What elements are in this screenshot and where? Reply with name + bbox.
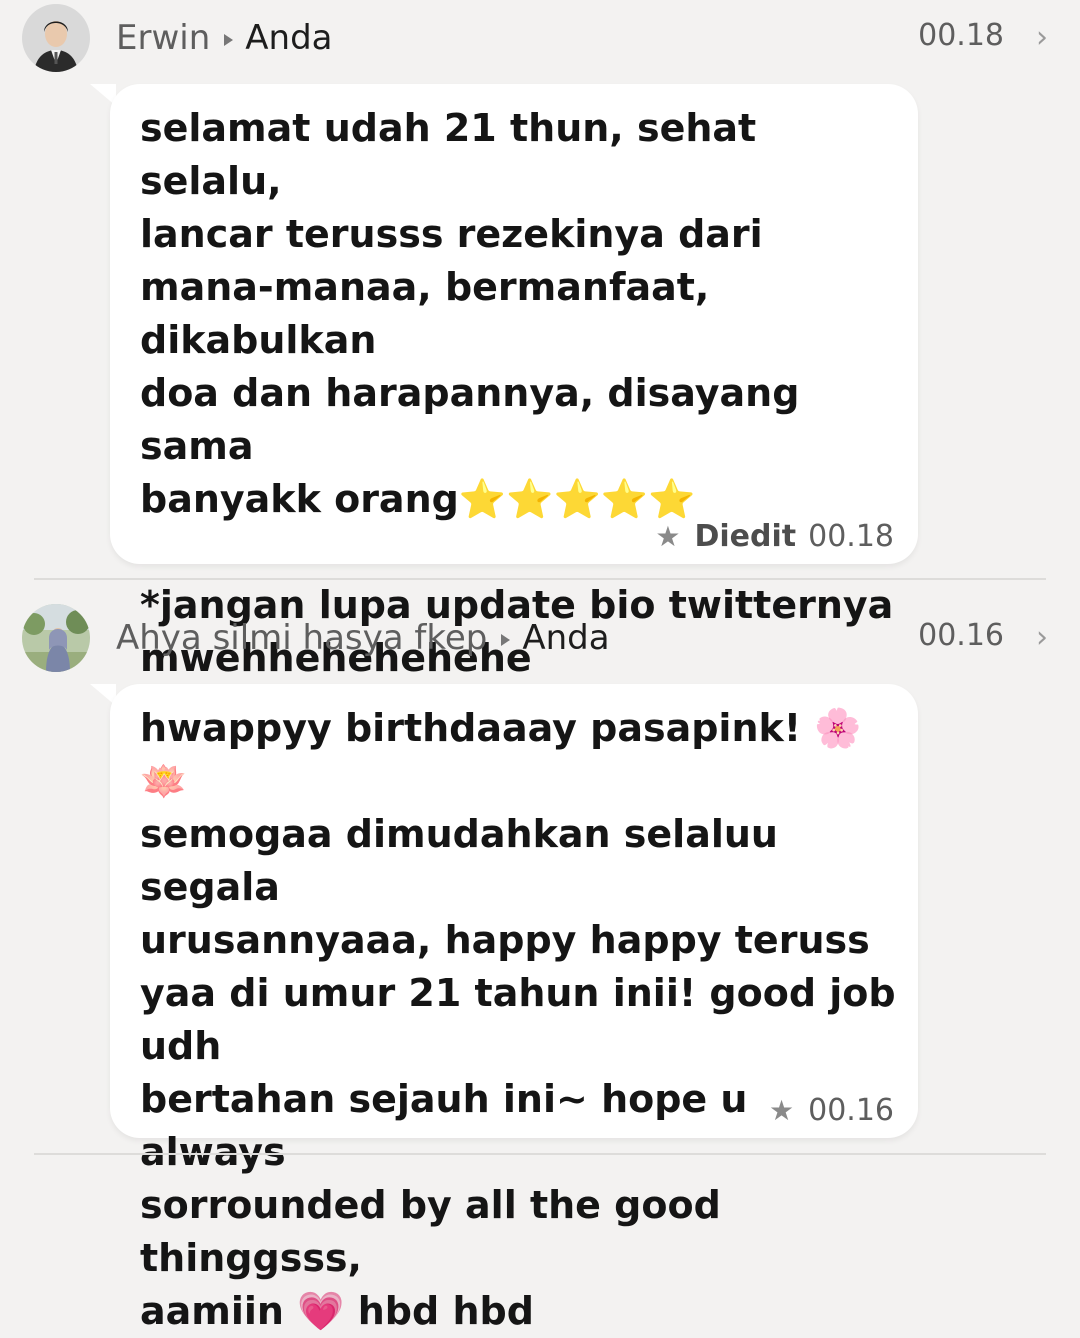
chevron-right-icon[interactable]: › bbox=[1036, 20, 1048, 55]
message-entry[interactable]: Ahya silmi hasya fkep Anda 00.16 › hwapp… bbox=[0, 580, 1080, 1333]
chevron-right-icon[interactable]: › bbox=[1036, 620, 1048, 655]
arrow-right-icon bbox=[501, 634, 511, 646]
message-meta: ★ Diedit 00.18 bbox=[655, 519, 894, 554]
star-icon: ★ bbox=[769, 1094, 795, 1127]
message-meta: ★ 00.16 bbox=[769, 1093, 894, 1128]
recipient-name: Anda bbox=[522, 618, 610, 658]
message-header: Erwin Anda bbox=[116, 14, 333, 62]
recipient-name: Anda bbox=[245, 18, 333, 58]
message-header: Ahya silmi hasya fkep Anda bbox=[116, 614, 610, 662]
sender-name[interactable]: Erwin bbox=[116, 18, 210, 58]
footer-time: 00.18 bbox=[808, 519, 894, 554]
person-photo-avatar-icon bbox=[22, 604, 90, 672]
person-avatar-icon bbox=[22, 4, 90, 72]
sender-avatar[interactable] bbox=[22, 4, 90, 72]
message-text: hwappyy birthdaaay pasapink! 🌸🪷 semogaa … bbox=[140, 706, 896, 1333]
sender-name[interactable]: Ahya silmi hasya fkep bbox=[116, 618, 487, 658]
message-time: 00.16 bbox=[918, 618, 1004, 653]
sender-avatar[interactable] bbox=[22, 604, 90, 672]
message-time: 00.18 bbox=[918, 18, 1004, 53]
footer-time: 00.16 bbox=[808, 1093, 894, 1128]
message-bubble[interactable]: selamat udah 21 thun, sehat selalu, lanc… bbox=[110, 84, 918, 680]
message-entry[interactable]: Erwin Anda 00.18 › selamat udah 21 thun,… bbox=[0, 0, 1080, 680]
edited-label: Diedit bbox=[694, 519, 797, 554]
message-bubble[interactable]: hwappyy birthdaaay pasapink! 🌸🪷 semogaa … bbox=[110, 684, 918, 1333]
star-icon: ★ bbox=[655, 520, 681, 553]
arrow-right-icon bbox=[224, 34, 234, 46]
